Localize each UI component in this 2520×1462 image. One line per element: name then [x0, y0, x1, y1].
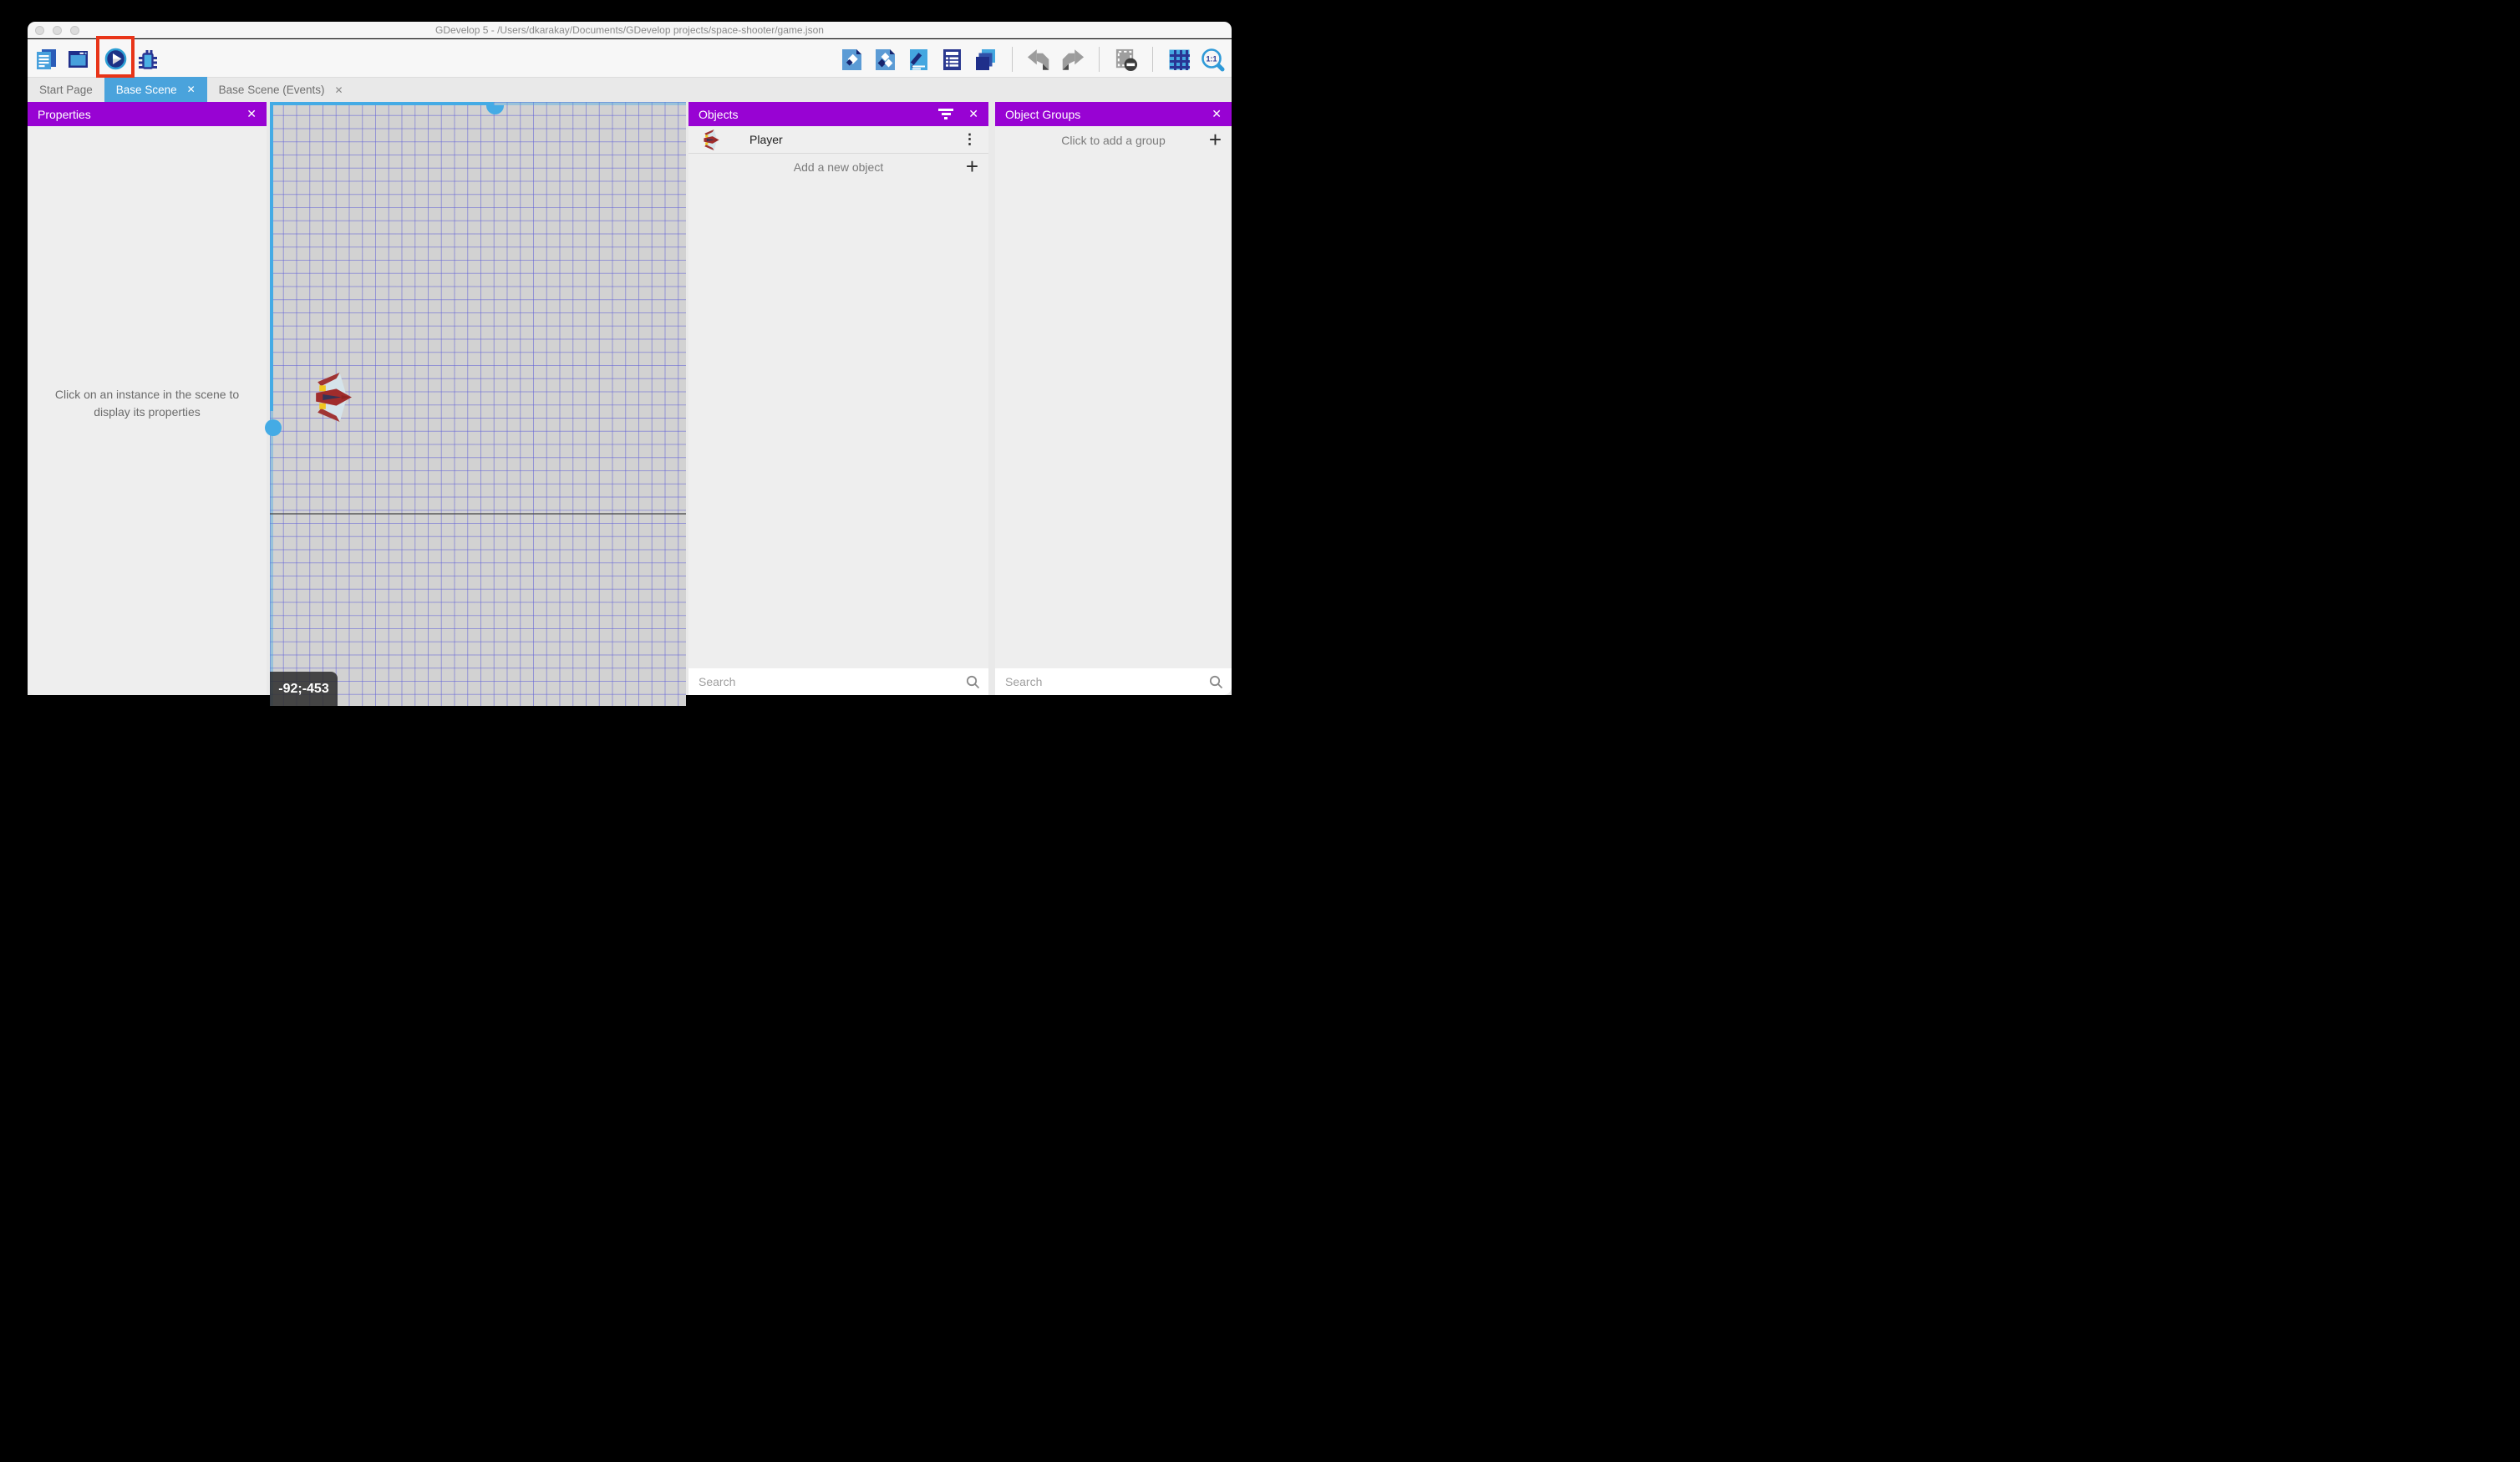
editor-tabbar: Start Page Base Scene ✕ Base Scene (Even…	[28, 78, 1232, 102]
objects-search-input[interactable]	[688, 675, 966, 688]
horizontal-scrollbar-track[interactable]	[494, 102, 686, 105]
toolbar-separator	[1099, 47, 1100, 72]
undo-icon[interactable]	[1027, 48, 1051, 72]
zoom-ratio-label: 1:1	[1206, 54, 1217, 63]
object-row-player[interactable]: Player ⋮	[688, 126, 988, 154]
filter-icon[interactable]	[938, 107, 953, 122]
objects-panel: Objects ✕ Player ⋮ Add a new object +	[688, 102, 988, 695]
add-group-label: Click to add a group	[995, 134, 1232, 147]
plus-icon[interactable]: +	[966, 155, 978, 176]
add-object-label: Add a new object	[688, 160, 988, 174]
panel-title: Objects	[699, 108, 938, 121]
close-tab-icon[interactable]: ✕	[187, 84, 196, 95]
horizontal-scrollbar-handle[interactable]	[486, 105, 504, 114]
play-button-highlight	[96, 36, 135, 78]
window-title: GDevelop 5 - /Users/dkarakay/Documents/G…	[28, 24, 1232, 36]
close-panel-icon[interactable]: ✕	[968, 107, 978, 121]
toolbar-separator	[1012, 47, 1013, 72]
scene-canvas[interactable]: -92;-453	[270, 102, 686, 706]
redo-icon[interactable]	[1060, 48, 1085, 72]
start-page-window-icon[interactable]	[66, 47, 90, 71]
tab-base-scene-events[interactable]: Base Scene (Events) ✕	[207, 78, 355, 102]
project-manager-icon[interactable]	[34, 47, 58, 71]
horizontal-scrollbar[interactable]	[270, 102, 494, 105]
tab-label: Base Scene	[116, 84, 177, 96]
player-instance-sprite[interactable]	[315, 371, 353, 424]
object-groups-panel-header: Object Groups ✕	[995, 102, 1232, 126]
cursor-coordinates-tooltip: -92;-453	[270, 672, 338, 706]
title-bar: GDevelop 5 - /Users/dkarakay/Documents/G…	[28, 22, 1232, 38]
toggle-mask-icon[interactable]	[1114, 48, 1138, 72]
tab-start-page[interactable]: Start Page	[28, 78, 104, 102]
add-object-row[interactable]: Add a new object +	[688, 154, 988, 180]
toolbar-separator	[1152, 47, 1153, 72]
groups-search-box	[995, 668, 1232, 695]
tab-label: Start Page	[39, 84, 93, 96]
toggle-grid-icon[interactable]	[1167, 48, 1191, 72]
vertical-scrollbar-handle[interactable]	[265, 419, 282, 436]
panel-title: Properties	[38, 108, 246, 121]
object-menu-kebab-icon[interactable]: ⋮	[963, 131, 988, 148]
groups-search-input[interactable]	[995, 675, 1209, 688]
debug-icon[interactable]	[135, 47, 160, 71]
close-tab-icon[interactable]: ✕	[335, 84, 343, 96]
search-icon	[966, 675, 980, 689]
vertical-scrollbar[interactable]	[270, 102, 273, 411]
search-icon	[1209, 675, 1223, 689]
main-content: Properties ✕ Click on an instance in the…	[28, 102, 1232, 695]
vertical-scrollbar-track[interactable]	[270, 411, 273, 706]
objects-panel-header: Objects ✕	[688, 102, 988, 126]
toggle-object-groups-panel-icon[interactable]	[873, 48, 897, 72]
object-groups-panel: Object Groups ✕ Click to add a group +	[995, 102, 1232, 695]
game-window-boundary-line	[270, 513, 686, 515]
player-object-thumbnail	[704, 129, 719, 151]
tab-base-scene[interactable]: Base Scene ✕	[104, 77, 207, 102]
properties-panel-header: Properties ✕	[28, 102, 267, 126]
close-panel-icon[interactable]: ✕	[246, 107, 257, 121]
instances-list-icon[interactable]	[940, 48, 964, 72]
close-panel-icon[interactable]: ✕	[1212, 107, 1222, 121]
plus-icon[interactable]: +	[1209, 128, 1222, 150]
zoom-one-to-one-icon[interactable]: 1:1	[1201, 48, 1225, 72]
main-toolbar: 1:1	[28, 39, 1232, 78]
add-group-row[interactable]: Click to add a group +	[995, 126, 1232, 154]
tab-label: Base Scene (Events)	[219, 84, 325, 96]
properties-panel: Properties ✕ Click on an instance in the…	[28, 102, 267, 695]
toggle-objects-panel-icon[interactable]	[840, 48, 864, 72]
object-name: Player	[749, 133, 963, 146]
objects-search-box	[688, 668, 988, 695]
layers-panel-icon[interactable]	[973, 48, 998, 72]
gdevelop-window: GDevelop 5 - /Users/dkarakay/Documents/G…	[28, 22, 1232, 695]
properties-empty-message: Click on an instance in the scene to dis…	[38, 386, 256, 421]
toggle-properties-panel-icon[interactable]	[907, 48, 931, 72]
panel-title: Object Groups	[1005, 108, 1212, 121]
